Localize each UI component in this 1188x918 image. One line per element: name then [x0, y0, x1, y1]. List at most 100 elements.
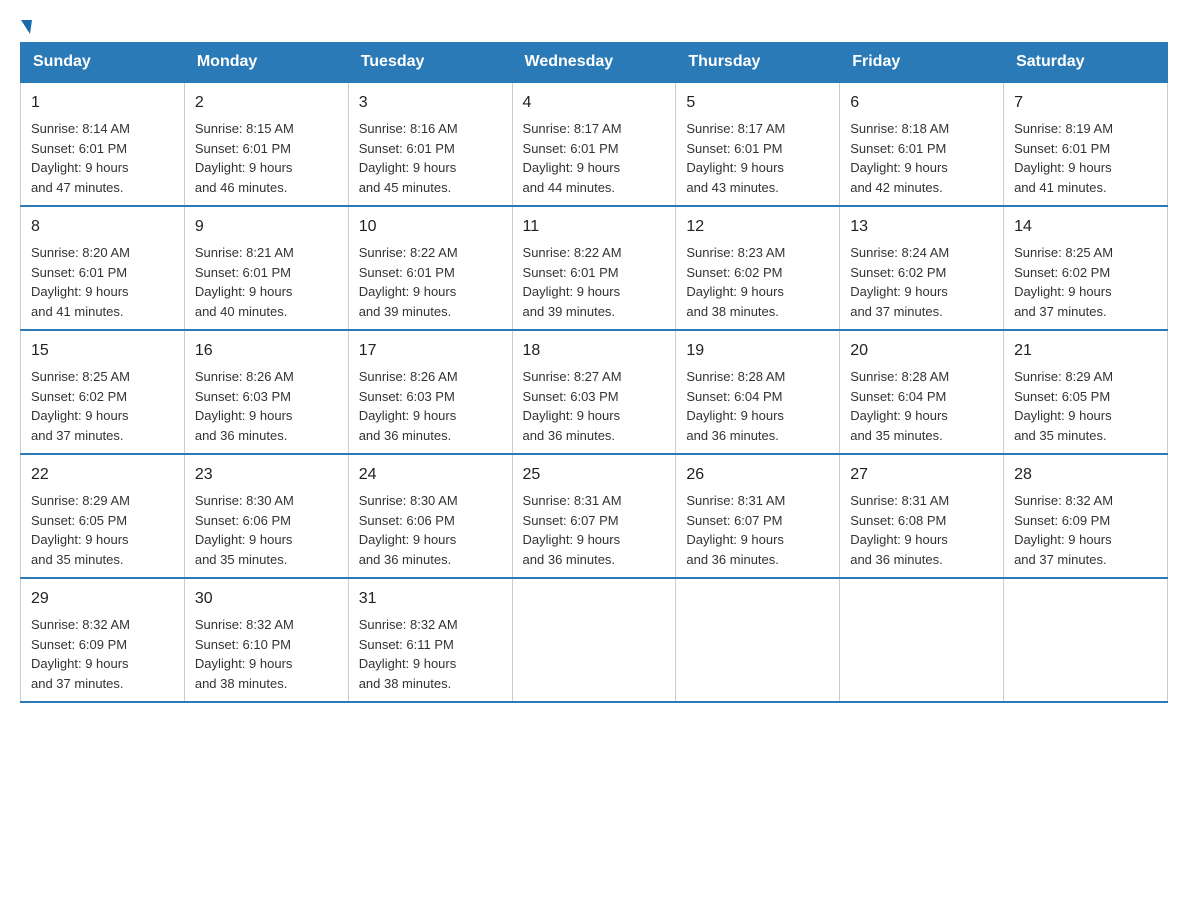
daylight-minutes: and 44 minutes.: [523, 180, 616, 195]
sunrise-label: Sunrise: 8:31 AM: [686, 493, 785, 508]
sunset-label: Sunset: 6:02 PM: [31, 389, 127, 404]
calendar-cell: 12Sunrise: 8:23 AMSunset: 6:02 PMDayligh…: [676, 206, 840, 330]
calendar-cell: 23Sunrise: 8:30 AMSunset: 6:06 PMDayligh…: [184, 454, 348, 578]
sunrise-label: Sunrise: 8:20 AM: [31, 245, 130, 260]
day-number: 21: [1014, 339, 1157, 363]
sunset-label: Sunset: 6:01 PM: [359, 141, 455, 156]
sunset-label: Sunset: 6:02 PM: [1014, 265, 1110, 280]
sunrise-label: Sunrise: 8:27 AM: [523, 369, 622, 384]
sunrise-label: Sunrise: 8:31 AM: [523, 493, 622, 508]
sunrise-label: Sunrise: 8:14 AM: [31, 121, 130, 136]
header-row: SundayMondayTuesdayWednesdayThursdayFrid…: [21, 43, 1168, 83]
calendar-cell: 29Sunrise: 8:32 AMSunset: 6:09 PMDayligh…: [21, 578, 185, 702]
daylight-minutes: and 38 minutes.: [686, 304, 779, 319]
header-monday: Monday: [184, 43, 348, 83]
daylight-label: Daylight: 9 hours: [359, 160, 457, 175]
sunset-label: Sunset: 6:01 PM: [523, 141, 619, 156]
sunset-label: Sunset: 6:01 PM: [1014, 141, 1110, 156]
daylight-minutes: and 43 minutes.: [686, 180, 779, 195]
sunset-label: Sunset: 6:06 PM: [359, 513, 455, 528]
calendar-cell: 3 Sunrise: 8:16 AM Sunset: 6:01 PM Daylight…: [348, 82, 512, 206]
calendar-cell: 10Sunrise: 8:22 AMSunset: 6:01 PMDayligh…: [348, 206, 512, 330]
sunrise-label: Sunrise: 8:29 AM: [31, 493, 130, 508]
daylight-label: Daylight: 9 hours: [850, 532, 948, 547]
daylight-minutes: and 36 minutes.: [523, 552, 616, 567]
day-number: 25: [523, 463, 666, 487]
daylight-label: Daylight: 9 hours: [195, 160, 293, 175]
day-number: 24: [359, 463, 502, 487]
sunset-label: Sunset: 6:08 PM: [850, 513, 946, 528]
day-number: 31: [359, 587, 502, 611]
daylight-label: Daylight: 9 hours: [195, 284, 293, 299]
logo-arrow-icon: [21, 20, 32, 34]
sunset-label: Sunset: 6:05 PM: [1014, 389, 1110, 404]
sunrise-label: Sunrise: 8:31 AM: [850, 493, 949, 508]
sunrise-label: Sunrise: 8:30 AM: [195, 493, 294, 508]
day-number: 4: [523, 91, 666, 115]
daylight-minutes: and 46 minutes.: [195, 180, 288, 195]
header-saturday: Saturday: [1004, 43, 1168, 83]
daylight-label: Daylight: 9 hours: [686, 284, 784, 299]
calendar-cell: 26Sunrise: 8:31 AMSunset: 6:07 PMDayligh…: [676, 454, 840, 578]
day-number: 26: [686, 463, 829, 487]
day-number: 10: [359, 215, 502, 239]
day-number: 3: [359, 91, 502, 115]
calendar-cell: 7Sunrise: 8:19 AMSunset: 6:01 PMDaylight…: [1004, 82, 1168, 206]
daylight-label: Daylight: 9 hours: [1014, 408, 1112, 423]
calendar-header: SundayMondayTuesdayWednesdayThursdayFrid…: [21, 43, 1168, 83]
sunset-label: Sunset: 6:01 PM: [850, 141, 946, 156]
day-number: 11: [523, 215, 666, 239]
day-number: 17: [359, 339, 502, 363]
day-number: 14: [1014, 215, 1157, 239]
sunset-label: Sunset: 6:01 PM: [31, 265, 127, 280]
daylight-minutes: and 36 minutes.: [359, 552, 452, 567]
calendar-table: SundayMondayTuesdayWednesdayThursdayFrid…: [20, 42, 1168, 703]
daylight-minutes: and 36 minutes.: [195, 428, 288, 443]
sunset-label: Sunset: 6:03 PM: [359, 389, 455, 404]
calendar-cell: 15Sunrise: 8:25 AMSunset: 6:02 PMDayligh…: [21, 330, 185, 454]
day-number: 15: [31, 339, 174, 363]
daylight-minutes: and 35 minutes.: [195, 552, 288, 567]
sunrise-label: Sunrise: 8:19 AM: [1014, 121, 1113, 136]
sunrise-label: Sunrise: 8:15 AM: [195, 121, 294, 136]
calendar-cell: 9Sunrise: 8:21 AMSunset: 6:01 PMDaylight…: [184, 206, 348, 330]
sunrise-label: Sunrise: 8:17 AM: [686, 121, 785, 136]
sunrise-label: Sunrise: 8:32 AM: [359, 617, 458, 632]
daylight-label: Daylight: 9 hours: [523, 532, 621, 547]
daylight-label: Daylight: 9 hours: [195, 532, 293, 547]
daylight-minutes: and 41 minutes.: [1014, 180, 1107, 195]
calendar-cell: 16Sunrise: 8:26 AMSunset: 6:03 PMDayligh…: [184, 330, 348, 454]
daylight-minutes: and 47 minutes.: [31, 180, 124, 195]
daylight-label: Daylight: 9 hours: [686, 532, 784, 547]
sunset-label: Sunset: 6:07 PM: [523, 513, 619, 528]
calendar-cell: [1004, 578, 1168, 702]
sunset-label: Sunset: 6:01 PM: [686, 141, 782, 156]
daylight-minutes: and 35 minutes.: [31, 552, 124, 567]
daylight-label: Daylight: 9 hours: [1014, 532, 1112, 547]
calendar-cell: 22Sunrise: 8:29 AMSunset: 6:05 PMDayligh…: [21, 454, 185, 578]
daylight-label: Daylight: 9 hours: [850, 408, 948, 423]
daylight-label: Daylight: 9 hours: [195, 656, 293, 671]
logo: [20, 20, 32, 32]
sunrise-label: Sunrise: 8:29 AM: [1014, 369, 1113, 384]
sunrise-label: Sunrise: 8:32 AM: [195, 617, 294, 632]
sunset-label: Sunset: 6:03 PM: [195, 389, 291, 404]
sunset-label: Sunset: 6:04 PM: [850, 389, 946, 404]
sunrise-label: Sunrise: 8:22 AM: [523, 245, 622, 260]
calendar-cell: 17Sunrise: 8:26 AMSunset: 6:03 PMDayligh…: [348, 330, 512, 454]
day-number: 18: [523, 339, 666, 363]
daylight-minutes: and 39 minutes.: [359, 304, 452, 319]
daylight-minutes: and 37 minutes.: [31, 676, 124, 691]
day-number: 22: [31, 463, 174, 487]
calendar-cell: 4Sunrise: 8:17 AMSunset: 6:01 PMDaylight…: [512, 82, 676, 206]
daylight-minutes: and 36 minutes.: [686, 552, 779, 567]
calendar-week-2: 8Sunrise: 8:20 AMSunset: 6:01 PMDaylight…: [21, 206, 1168, 330]
day-number: 23: [195, 463, 338, 487]
sunrise-label: Sunrise: 8:30 AM: [359, 493, 458, 508]
calendar-cell: 5Sunrise: 8:17 AMSunset: 6:01 PMDaylight…: [676, 82, 840, 206]
calendar-body: 1Sunrise: 8:14 AMSunset: 6:01 PMDaylight…: [21, 82, 1168, 702]
sunrise-label: Sunrise: 8:23 AM: [686, 245, 785, 260]
sunrise-label: Sunrise: 8:16 AM: [359, 121, 458, 136]
calendar-cell: 18Sunrise: 8:27 AMSunset: 6:03 PMDayligh…: [512, 330, 676, 454]
daylight-minutes: and 35 minutes.: [850, 428, 943, 443]
